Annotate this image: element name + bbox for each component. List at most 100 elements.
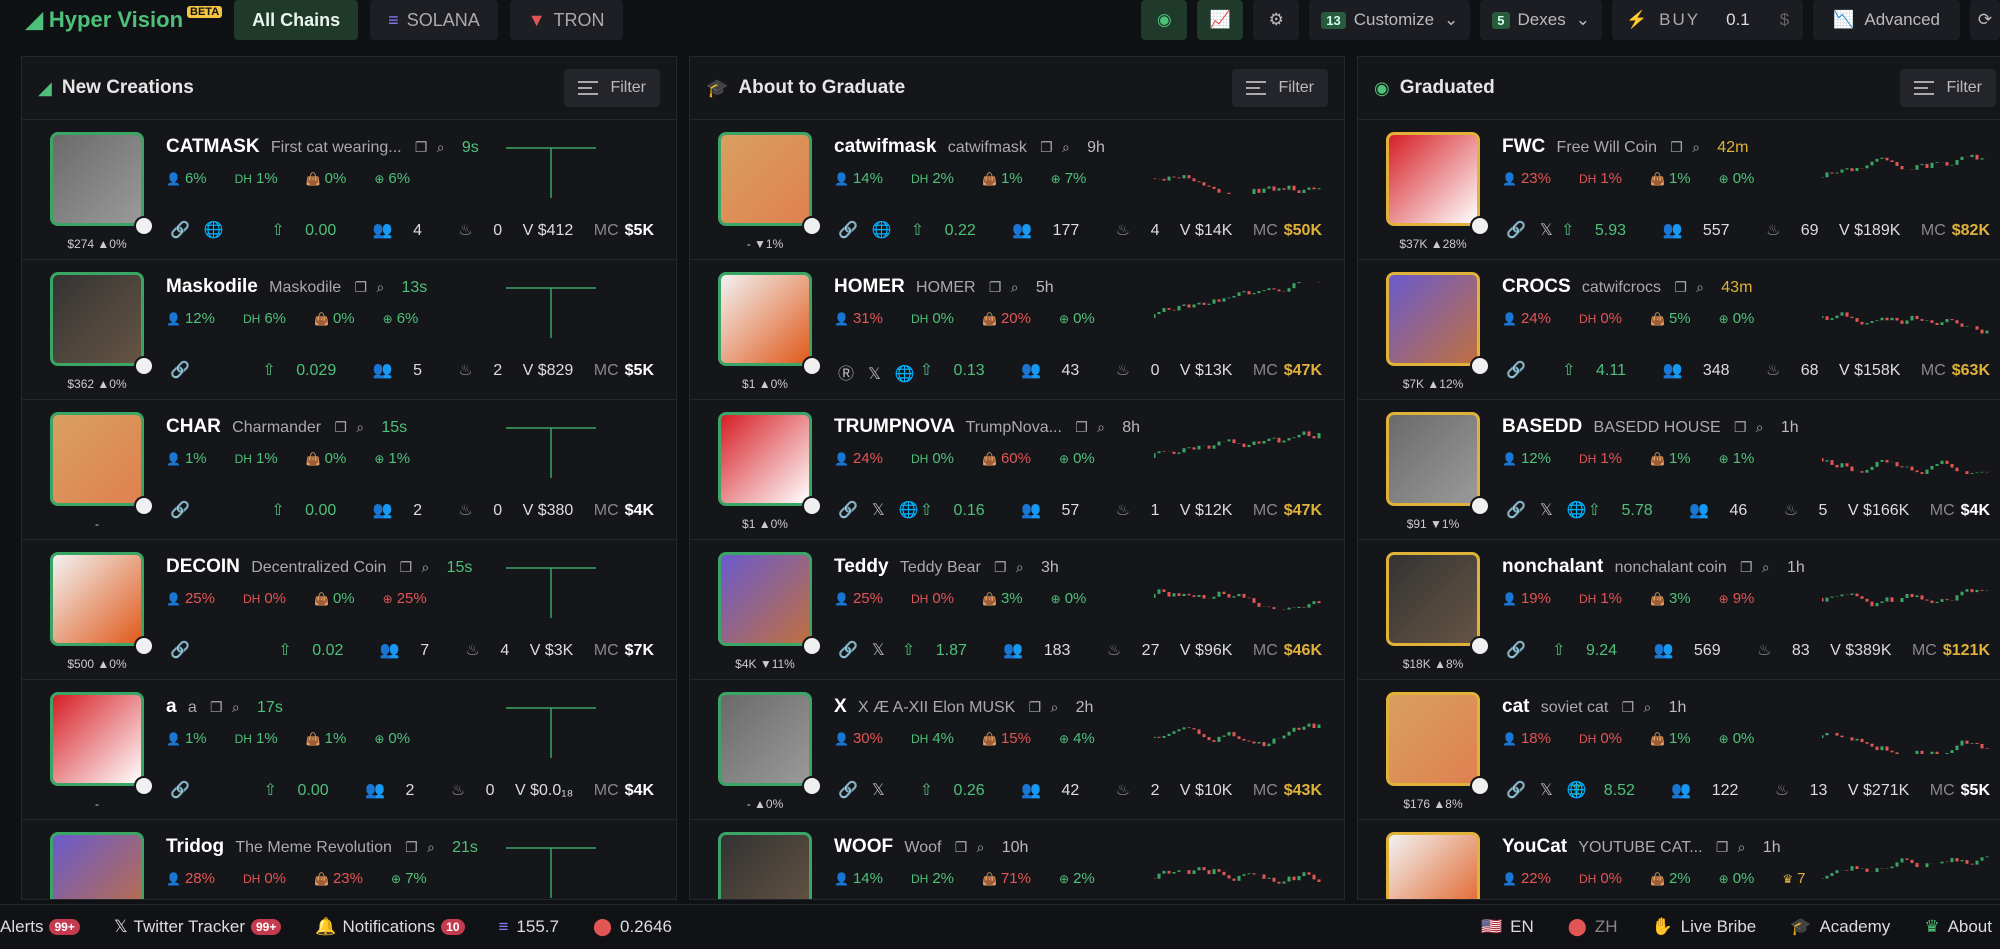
social-link-icon[interactable]: Ⓡ bbox=[838, 366, 854, 383]
token-row[interactable]: - a a ❐ ⌕ 17s 👤 1% DH 1% 👜 1% ⊕ 0% 🔗 ⇧ 0.00 👥 2… bbox=[22, 680, 676, 820]
token-avatar[interactable] bbox=[718, 552, 812, 646]
social-link-icon[interactable]: 🔗 bbox=[170, 222, 190, 239]
token-row[interactable]: $4K ▼11% Teddy Teddy Bear ❐ ⌕ 3h 👤 25% DH 0… bbox=[690, 540, 1344, 680]
search-icon[interactable]: ⌕ bbox=[437, 139, 445, 155]
token-row[interactable]: $1 ▲0% TRUMPNOVA TrumpNova... ❐ ⌕ 8h 👤 24… bbox=[690, 400, 1344, 540]
settings-button[interactable]: ⚙ bbox=[1253, 0, 1300, 40]
copy-icon[interactable]: ❐ bbox=[1029, 699, 1042, 715]
copy-icon[interactable]: ❐ bbox=[1674, 279, 1687, 295]
token-row[interactable]: $7K ▲12% CROCS catwifcrocs ❐ ⌕ 43m 👤 24% D… bbox=[1358, 260, 2000, 400]
token-row[interactable]: WOOF Woof ❐ ⌕ 10h 👤 14% DH 2% 👜 71% ⊕ 2% bbox=[690, 820, 1344, 899]
filter-button[interactable]: Filter bbox=[564, 69, 660, 107]
social-link-icon[interactable]: 𝕏 bbox=[872, 502, 885, 519]
token-avatar[interactable] bbox=[718, 692, 812, 786]
search-icon[interactable]: ⌕ bbox=[1062, 139, 1070, 155]
search-icon[interactable]: ⌕ bbox=[1738, 839, 1746, 855]
token-avatar[interactable] bbox=[50, 132, 144, 226]
filter-button[interactable]: Filter bbox=[1900, 69, 1996, 107]
copy-icon[interactable]: ❐ bbox=[1716, 839, 1729, 855]
token-row[interactable]: $176 ▲8% cat soviet cat ❐ ⌕ 1h 👤 18% DH 0% 👜… bbox=[1358, 680, 2000, 820]
social-link-icon[interactable]: 𝕏 bbox=[1540, 502, 1553, 519]
copy-icon[interactable]: ❐ bbox=[955, 839, 968, 855]
alerts-button[interactable]: Alerts 99+ bbox=[0, 917, 80, 937]
search-icon[interactable]: ⌕ bbox=[1762, 559, 1770, 575]
token-row[interactable]: $1 ▲0% HOMER HOMER ❐ ⌕ 5h 👤 31% DH 0% 👜 20% ⊕ 0… bbox=[690, 260, 1344, 400]
search-icon[interactable]: ⌕ bbox=[977, 839, 985, 855]
token-row[interactable]: YouCat YOUTUBE CAT... ❐ ⌕ 1h 👤 22% DH 0% 👜 2%… bbox=[1358, 820, 2000, 899]
copy-icon[interactable]: ❐ bbox=[989, 279, 1002, 295]
token-avatar[interactable] bbox=[50, 692, 144, 786]
token-avatar[interactable] bbox=[1386, 832, 1480, 899]
token-row[interactable]: - ▼1% catwifmask catwifmask ❐ ⌕ 9h 👤 14% D… bbox=[690, 120, 1344, 260]
lang-en-button[interactable]: 🇺🇸 EN bbox=[1481, 917, 1534, 937]
token-avatar[interactable] bbox=[1386, 272, 1480, 366]
social-link-icon[interactable]: 𝕏 bbox=[872, 782, 885, 799]
token-row[interactable]: Tridog The Meme Revolution ❐ ⌕ 21s 👤 28% D… bbox=[22, 820, 676, 899]
token-avatar[interactable] bbox=[50, 272, 144, 366]
lang-zh-button[interactable]: ⬤ ZH bbox=[1568, 917, 1618, 937]
copy-icon[interactable]: ❐ bbox=[994, 559, 1007, 575]
copy-icon[interactable]: ❐ bbox=[1622, 699, 1635, 715]
search-icon[interactable]: ⌕ bbox=[376, 279, 384, 295]
token-row[interactable]: $37K ▲28% FWC Free Will Coin ❐ ⌕ 42m 👤 23… bbox=[1358, 120, 2000, 260]
copy-icon[interactable]: ❐ bbox=[405, 839, 418, 855]
token-avatar[interactable] bbox=[50, 552, 144, 646]
token-avatar[interactable] bbox=[718, 412, 812, 506]
social-link-icon[interactable]: 🔗 bbox=[838, 222, 858, 239]
token-avatar[interactable] bbox=[50, 412, 144, 506]
copy-icon[interactable]: ❐ bbox=[1734, 419, 1747, 435]
search-icon[interactable]: ⌕ bbox=[1016, 559, 1024, 575]
search-icon[interactable]: ⌕ bbox=[422, 559, 430, 575]
copy-icon[interactable]: ❐ bbox=[400, 559, 413, 575]
search-icon[interactable]: ⌕ bbox=[1756, 419, 1764, 435]
copy-icon[interactable]: ❐ bbox=[1740, 559, 1753, 575]
search-icon[interactable]: ⌕ bbox=[427, 839, 435, 855]
token-row[interactable]: $274 ▲0% CATMASK First cat wearing... ❐ … bbox=[22, 120, 676, 260]
social-link-icon[interactable]: 🔗 bbox=[170, 642, 190, 659]
twitter-tracker-button[interactable]: 𝕏 Twitter Tracker 99+ bbox=[114, 917, 282, 937]
social-link-icon[interactable]: 🔗 bbox=[1506, 782, 1526, 799]
social-link-icon[interactable]: 🔗 bbox=[838, 642, 858, 659]
search-icon[interactable]: ⌕ bbox=[1050, 699, 1058, 715]
search-icon[interactable]: ⌕ bbox=[356, 419, 364, 435]
search-icon[interactable]: ⌕ bbox=[1097, 419, 1105, 435]
social-link-icon[interactable]: 🌐 bbox=[204, 222, 224, 239]
copy-icon[interactable]: ❐ bbox=[1040, 139, 1053, 155]
token-avatar[interactable] bbox=[1386, 692, 1480, 786]
search-icon[interactable]: ⌕ bbox=[1011, 279, 1019, 295]
search-icon[interactable]: ⌕ bbox=[1696, 279, 1704, 295]
social-link-icon[interactable]: 🔗 bbox=[838, 782, 858, 799]
token-avatar[interactable] bbox=[718, 832, 812, 899]
tab-tron[interactable]: ▼ TRON bbox=[509, 0, 623, 40]
buy-amount-input[interactable]: 0.1 bbox=[1726, 10, 1750, 30]
token-row[interactable]: $500 ▲0% DECOIN Decentralized Coin ❐ ⌕ 1… bbox=[22, 540, 676, 680]
token-row[interactable]: $362 ▲0% Maskodile Maskodile ❐ ⌕ 13s 👤 12… bbox=[22, 260, 676, 400]
copy-icon[interactable]: ❐ bbox=[210, 699, 223, 715]
dexes-dropdown[interactable]: 5 Dexes ⌄ bbox=[1480, 0, 1602, 40]
copy-icon[interactable]: ❐ bbox=[334, 419, 347, 435]
copy-icon[interactable]: ❐ bbox=[354, 279, 367, 295]
token-avatar[interactable] bbox=[718, 132, 812, 226]
token-row[interactable]: - ▲0% X X Æ A-XII Elon MUSK ❐ ⌕ 2h 👤 30% D… bbox=[690, 680, 1344, 820]
refresh-button[interactable]: ⟳ bbox=[1970, 0, 2000, 40]
chart-toggle-button[interactable]: 📈 bbox=[1197, 0, 1244, 40]
filter-button[interactable]: Filter bbox=[1232, 69, 1328, 107]
copy-icon[interactable]: ❐ bbox=[415, 139, 428, 155]
social-link-icon[interactable]: 🔗 bbox=[170, 362, 190, 379]
token-avatar[interactable] bbox=[1386, 552, 1480, 646]
copy-icon[interactable]: ❐ bbox=[1075, 419, 1088, 435]
token-avatar[interactable] bbox=[1386, 412, 1480, 506]
advanced-button[interactable]: 📉 Advanced bbox=[1813, 0, 1960, 40]
social-link-icon[interactable]: 🔗 bbox=[1506, 502, 1526, 519]
academy-button[interactable]: 🎓 Academy bbox=[1790, 917, 1890, 937]
token-avatar[interactable] bbox=[50, 832, 144, 899]
social-link-icon[interactable]: 𝕏 bbox=[868, 366, 881, 383]
tab-solana[interactable]: ≡ SOLANA bbox=[370, 0, 498, 40]
search-icon[interactable]: ⌕ bbox=[1692, 139, 1700, 155]
app-logo[interactable]: ◢ Hyper Vision BETA bbox=[26, 6, 223, 33]
tab-all-chains[interactable]: All Chains bbox=[234, 0, 359, 40]
live-bribe-button[interactable]: ✋ Live Bribe bbox=[1651, 917, 1756, 937]
social-link-icon[interactable]: 🔗 bbox=[838, 502, 858, 519]
customize-dropdown[interactable]: 13 Customize ⌄ bbox=[1309, 0, 1471, 40]
token-avatar[interactable] bbox=[718, 272, 812, 366]
